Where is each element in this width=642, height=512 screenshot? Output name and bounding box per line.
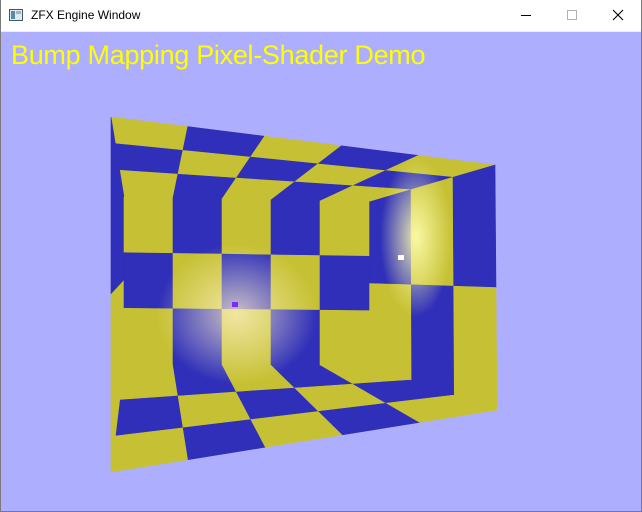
right-wall-tile [453,285,498,411]
title-bar[interactable]: ZFX Engine Window [1,0,641,32]
app-window: ZFX Engine Window Bump Mapping Pixel-Sha… [0,0,642,512]
ceiling-tile [119,169,179,199]
back-wall-tile [270,199,321,256]
minimize-icon [521,15,531,16]
close-icon [612,9,624,21]
back-wall-tile [319,200,370,257]
floor-tile [119,363,179,401]
maximize-icon [567,10,577,20]
light-marker-left [232,302,238,307]
back-wall-tile [319,309,370,366]
minimize-button[interactable] [503,0,549,31]
left-light-glow [157,244,317,384]
right-light-glow [380,157,452,317]
close-button[interactable] [595,0,641,31]
room-scene [110,116,498,473]
light-marker-right [398,255,404,260]
right-wall-tile [452,164,497,288]
app-window-icon[interactable] [9,9,23,21]
back-wall-tile [319,255,370,312]
maximize-button[interactable] [549,0,595,31]
back-wall-tile [172,197,223,255]
back-wall-tile [123,196,174,254]
demo-title: Bump Mapping Pixel-Shader Demo [11,40,426,70]
render-viewport[interactable]: Bump Mapping Pixel-Shader Demo [1,32,641,511]
window-title: ZFX Engine Window [31,8,141,22]
